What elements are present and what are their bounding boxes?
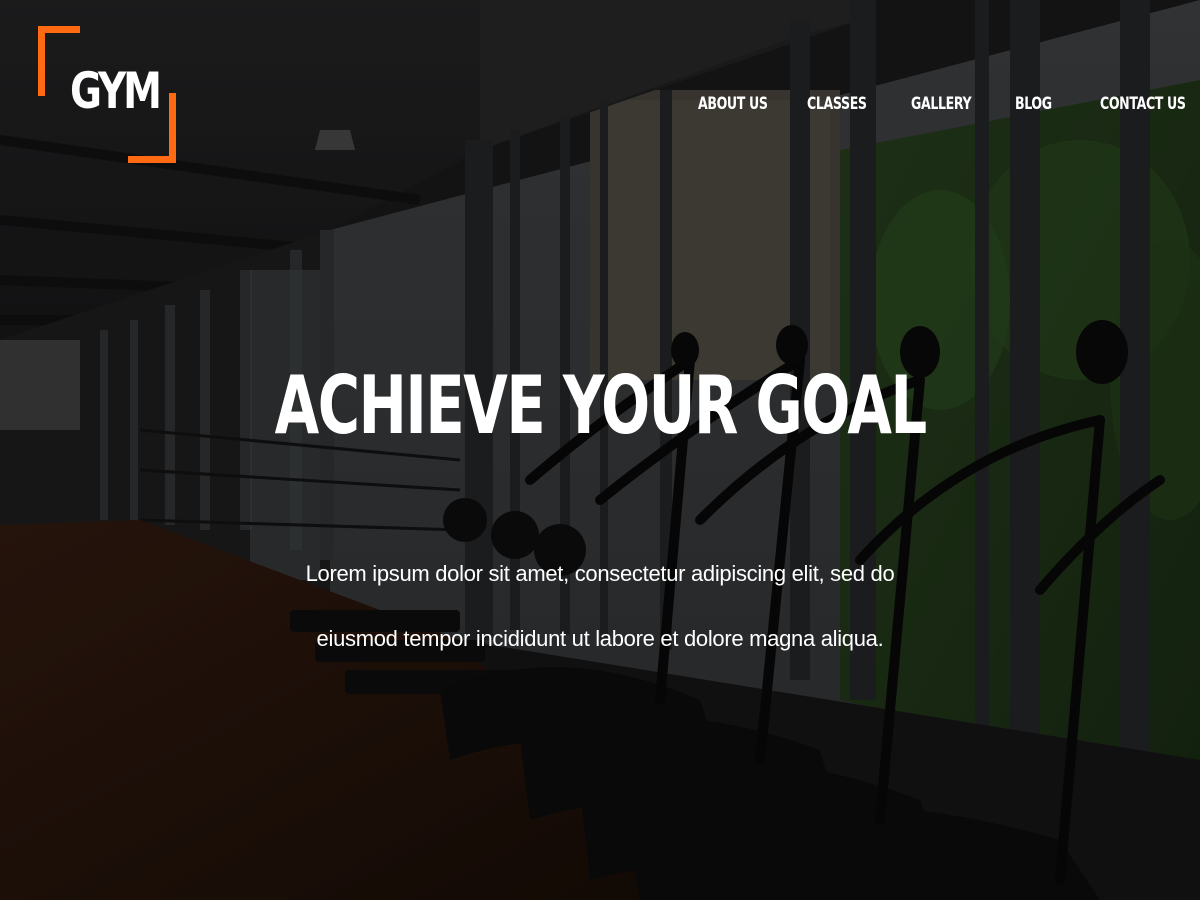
main-navigation: ABOUT US CLASSES GALLERY BLOG CONTACT US [0, 91, 1200, 117]
nav-item-contact-us[interactable]: CONTACT US [1100, 91, 1186, 117]
hero-section: GYM ABOUT US CLASSES GALLERY BLOG CONTAC… [0, 0, 1200, 900]
nav-item-blog[interactable]: BLOG [1015, 91, 1052, 117]
hero-description: Lorem ipsum dolor sit amet, consectetur … [0, 541, 1200, 671]
nav-item-gallery[interactable]: GALLERY [911, 91, 972, 117]
nav-item-classes[interactable]: CLASSES [807, 91, 867, 117]
nav-item-about-us[interactable]: ABOUT US [698, 91, 768, 117]
hero-headline: ACHIEVE YOUR GOAL [274, 359, 927, 452]
hero-description-line-1: Lorem ipsum dolor sit amet, consectetur … [305, 561, 895, 586]
hero-headline-wrapper: ACHIEVE YOUR GOAL [0, 358, 1200, 454]
hero-description-line-2: eiusmod tempor incididunt ut labore et d… [316, 626, 884, 651]
